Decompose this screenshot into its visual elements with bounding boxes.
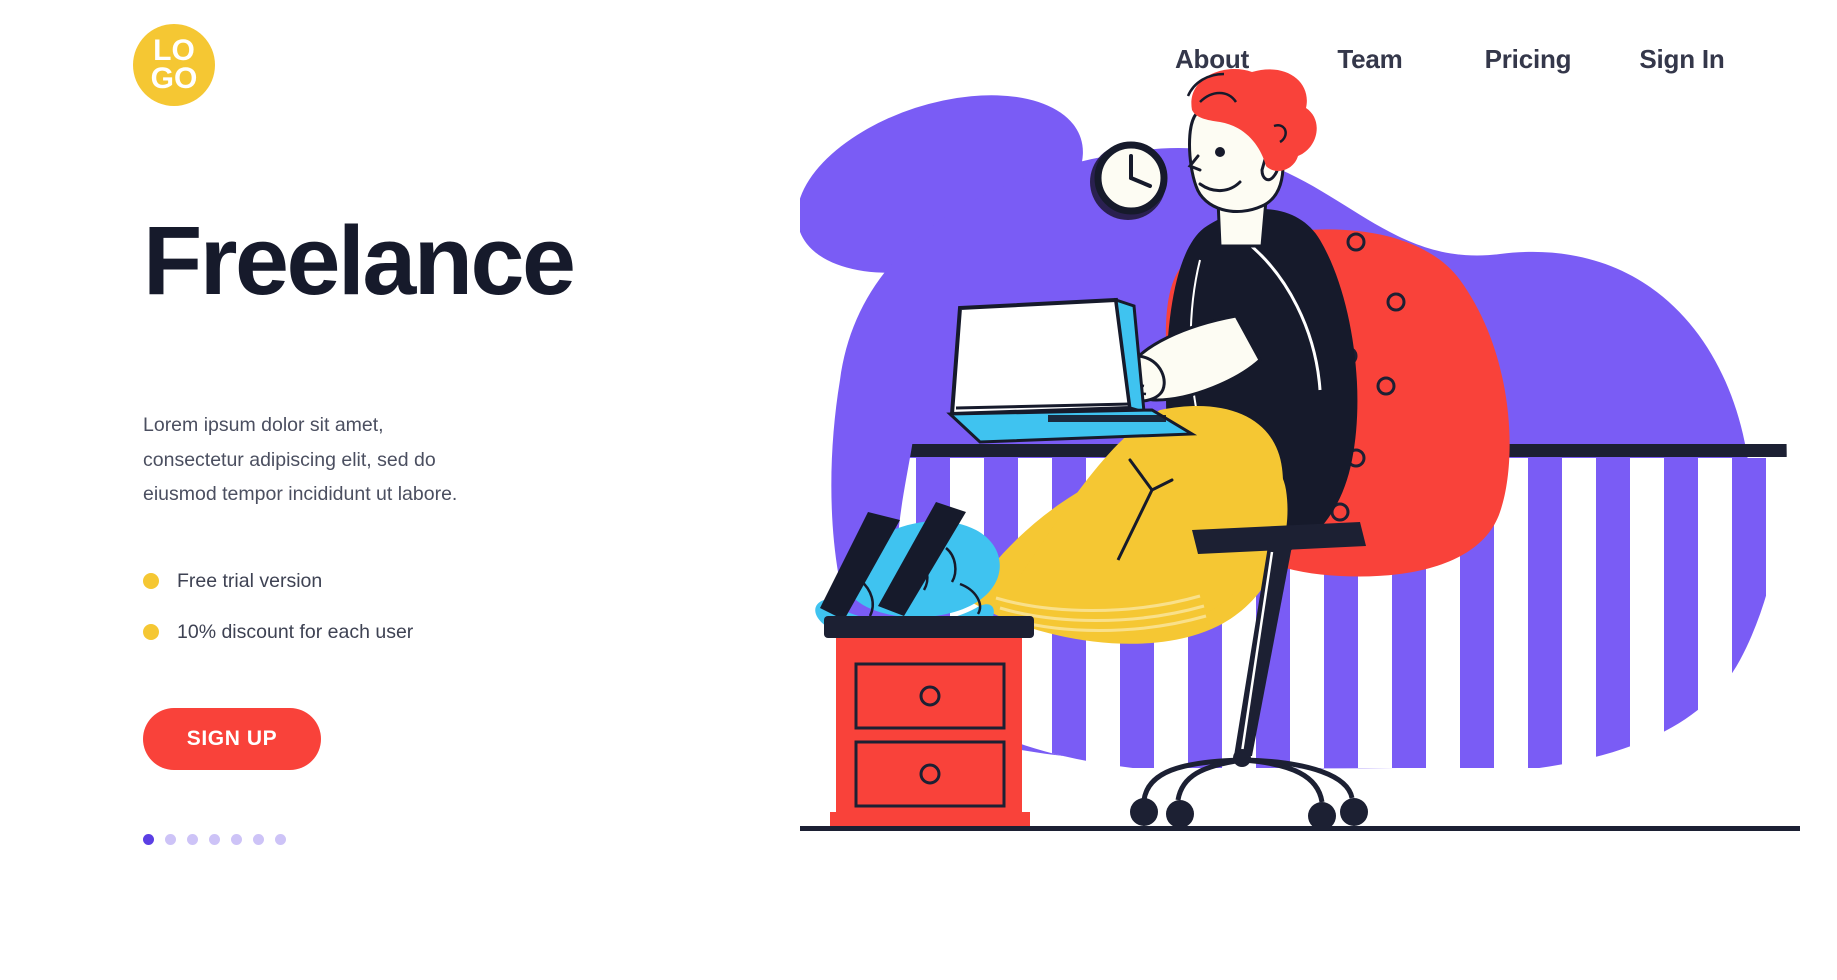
logo-line-1: LO: [153, 34, 195, 68]
carousel-dot-1[interactable]: [143, 833, 154, 845]
carousel-dot-4[interactable]: [209, 833, 220, 845]
wall-clock: [1090, 141, 1168, 220]
bullet-dot-icon: [143, 573, 159, 590]
logo[interactable]: LO GO: [133, 24, 215, 106]
carousel-pagination: [143, 833, 703, 845]
carousel-dot-5[interactable]: [231, 833, 242, 845]
floor-line: [800, 826, 1800, 831]
carousel-dot-6[interactable]: [253, 833, 264, 845]
landing-page: LO GO About Team Pricing Sign In Freelan…: [0, 0, 1837, 980]
page-title: Freelance: [143, 206, 576, 315]
hero-illustration: [800, 60, 1800, 920]
hero-feature-list: Free trial version 10% discount for each…: [143, 570, 703, 644]
red-nightstand: [824, 616, 1034, 826]
feature-label: Free trial version: [177, 569, 323, 592]
feature-label: 10% discount for each user: [177, 620, 414, 643]
bullet-dot-icon: [143, 624, 159, 641]
carousel-dot-3[interactable]: [187, 833, 198, 845]
sign-up-button[interactable]: SIGN UP: [143, 707, 321, 770]
carousel-dot-7[interactable]: [275, 833, 286, 845]
list-item: 10% discount for each user: [143, 621, 703, 644]
hero-paragraph: Lorem ipsum dolor sit amet, consectetur …: [143, 413, 458, 506]
list-item: Free trial version: [143, 570, 703, 593]
carousel-dot-2[interactable]: [165, 833, 176, 845]
hero-text-column: Freelance Lorem ipsum dolor sit amet, co…: [143, 210, 703, 845]
logo-line-2: GO: [150, 62, 198, 95]
